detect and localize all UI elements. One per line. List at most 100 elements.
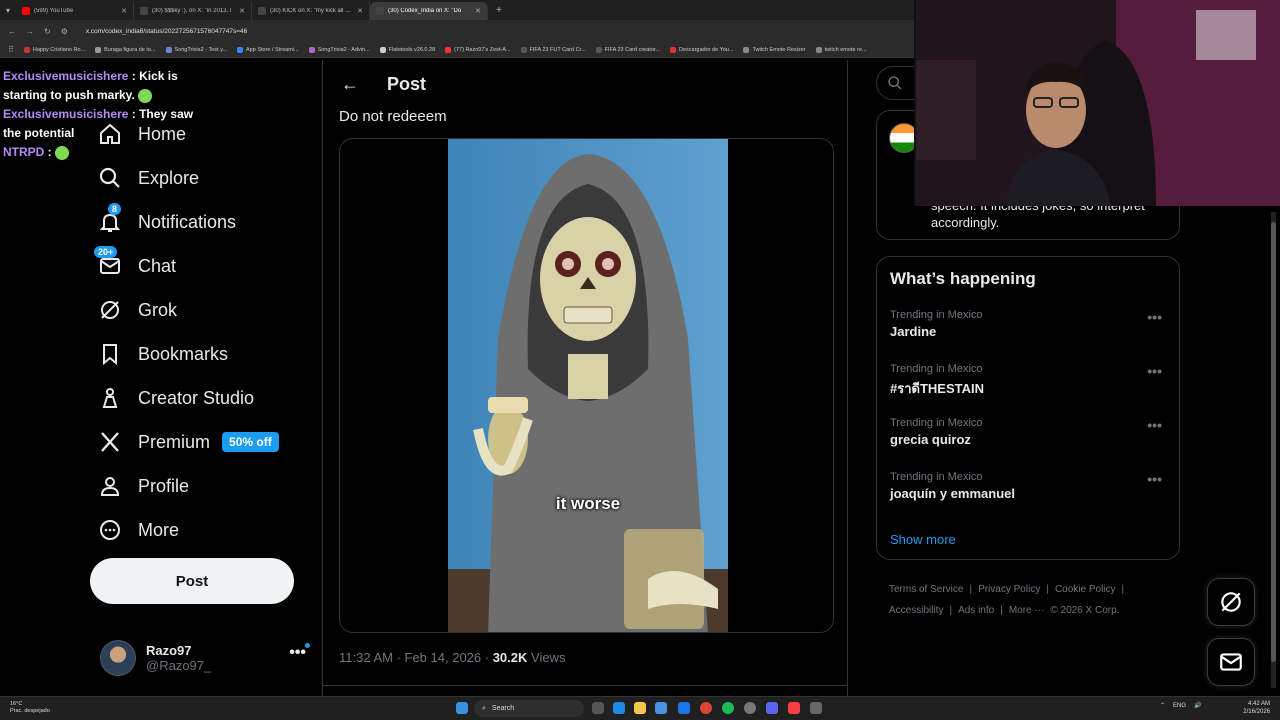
tab-close-icon[interactable]: ✕: [121, 7, 127, 15]
trend-item[interactable]: Trending in Mexico Jardine •••: [890, 309, 1170, 339]
start-icon[interactable]: [456, 702, 468, 714]
bookmark-item[interactable]: Happy Cristiano Ro...: [23, 46, 85, 53]
browser-tab[interactable]: (30) $$$ky :), on X: "in 2013, I ✕: [134, 2, 253, 20]
grok-button[interactable]: [1207, 578, 1255, 626]
url-field[interactable]: x.com/codex_india6/status/20227256715760…: [86, 28, 247, 35]
section-title: What’s happening: [890, 269, 1036, 288]
bookmark-item[interactable]: Descargador de You...: [670, 46, 733, 53]
bookmark-item[interactable]: (77) Razo97's Zest-A...: [445, 46, 511, 53]
footer-link[interactable]: © 2026 X Corp.: [1050, 605, 1119, 616]
nav-item-label: More: [138, 519, 180, 540]
language-indicator[interactable]: ENG: [1173, 703, 1186, 709]
footer-separator: |: [949, 605, 953, 616]
trend-item[interactable]: Trending in Mexico #ราดีTHESTAIN •••: [890, 363, 1170, 399]
apps-grid-icon[interactable]: ⠿: [8, 45, 14, 54]
tab-close-icon[interactable]: ✕: [475, 7, 481, 15]
footer-link[interactable]: More ···: [1009, 605, 1045, 616]
video-caption: it worse: [555, 494, 621, 513]
footer-link[interactable]: Terms of Service: [889, 584, 963, 595]
bookmark-item[interactable]: twitch emote re...: [815, 46, 867, 53]
discord-icon[interactable]: [766, 702, 778, 714]
bookmark-item[interactable]: SongTrivia2 - Test y...: [165, 46, 227, 53]
nav-item-grok[interactable]: Grok: [98, 288, 318, 332]
bookmark-item[interactable]: Flatetools v26.0.28: [379, 46, 435, 53]
forward-icon[interactable]: →: [26, 27, 34, 36]
bookmark-item[interactable]: FIFA 23 Card creator...: [595, 46, 660, 53]
trend-topic: joaquín y emmanuel: [890, 486, 1015, 501]
trend-more-icon[interactable]: •••: [1147, 471, 1162, 487]
footer-link[interactable]: Accessibility: [889, 605, 943, 616]
app-icon[interactable]: [810, 702, 822, 714]
bookmark-item[interactable]: FIFA 23 FUT Card Cr...: [520, 46, 586, 53]
browser-tab[interactable]: (30) KICK on X: "my kick all sto ✕: [252, 2, 371, 20]
bookmark-item[interactable]: Twitch Emote Resizer: [743, 46, 806, 53]
person-icon: [100, 477, 120, 496]
bookmark-favicon-icon: [23, 46, 30, 53]
nav-item-more[interactable]: More: [98, 508, 318, 552]
taskbar-search[interactable]: ⌕ Search: [474, 700, 584, 717]
page-title: Post: [387, 74, 427, 94]
trend-more-icon[interactable]: •••: [1147, 363, 1162, 379]
nav-item-notifications[interactable]: Notifications 8: [98, 200, 318, 244]
post-media[interactable]: it worse: [339, 138, 834, 633]
volume-icon[interactable]: 🔊: [1194, 702, 1201, 709]
footer-separator: |: [969, 584, 973, 595]
post-button[interactable]: Post: [90, 558, 294, 604]
scrollbar[interactable]: [1271, 212, 1276, 688]
bookmark-favicon-icon: [308, 46, 315, 53]
nav-item-creator-studio[interactable]: Creator Studio: [98, 376, 318, 420]
obs-icon[interactable]: [744, 702, 756, 714]
trend-item[interactable]: Trending in Mexico joaquín y emmanuel •••: [890, 471, 1170, 501]
spotify-icon[interactable]: [722, 702, 734, 714]
account-switcher[interactable]: Razo97 @Razo97_ •••: [100, 638, 310, 678]
tab-close-icon[interactable]: ✕: [239, 7, 245, 15]
edge-icon[interactable]: [613, 702, 625, 714]
nav-item-premium[interactable]: Premium 50% off: [98, 420, 318, 464]
grok-icon: [1221, 592, 1241, 612]
tab-list-chevron-icon[interactable]: ▾: [6, 6, 10, 15]
footer-separator: |: [1046, 584, 1049, 595]
trend-more-icon[interactable]: •••: [1147, 309, 1162, 325]
weather-widget[interactable]: 16°C Prac. despejado: [10, 701, 50, 715]
browser-tab[interactable]: (599) YouTube ✕: [16, 2, 135, 20]
premium-discount-badge[interactable]: 50% off: [222, 432, 279, 452]
scrollbar-thumb[interactable]: [1271, 222, 1276, 662]
task-view-icon[interactable]: [592, 702, 604, 714]
nav-item-label: Profile: [138, 475, 190, 496]
bookmark-item[interactable]: Buraga figura de to...: [95, 46, 156, 53]
trend-item[interactable]: Trending in Mexico grecia quiroz •••: [890, 417, 1170, 447]
messages-button[interactable]: [1207, 638, 1255, 686]
nav-item-profile[interactable]: Profile: [98, 464, 318, 508]
footer-link[interactable]: Ads info: [958, 605, 994, 616]
nav-item-explore[interactable]: Explore: [98, 156, 318, 200]
bookmark-item[interactable]: SongTrivia2 - Advin...: [308, 46, 370, 53]
tray-chevron-icon[interactable]: ⌃: [1160, 702, 1165, 709]
music-icon[interactable]: [788, 702, 800, 714]
tab-close-icon[interactable]: ✕: [357, 7, 363, 15]
nav-item-bookmarks[interactable]: Bookmarks: [98, 332, 318, 376]
tab-title: (30) $$$ky :), on X: "in 2013, I: [152, 8, 232, 14]
nav-item-label: Bookmarks: [138, 343, 229, 364]
footer-link[interactable]: Privacy Policy: [978, 584, 1040, 595]
chrome-icon[interactable]: [700, 702, 712, 714]
tab-favicon-icon: [258, 7, 267, 15]
site-info-icon[interactable]: ⚙: [61, 27, 68, 36]
bookmark-item[interactable]: App Store / Streami...: [237, 46, 299, 53]
nav-item-chat[interactable]: Chat 20+: [94, 244, 318, 288]
account-more-icon[interactable]: •••: [289, 643, 310, 662]
mail-app-icon[interactable]: [678, 702, 690, 714]
file-explorer-icon[interactable]: [634, 702, 646, 714]
clock[interactable]: 4:42 AM 2/16/2026: [1240, 700, 1270, 716]
new-tab-button[interactable]: +: [496, 5, 502, 16]
show-more-link[interactable]: Show more: [890, 532, 956, 547]
back-icon[interactable]: ←: [8, 27, 16, 36]
store-icon[interactable]: [655, 702, 667, 714]
browser-tab[interactable]: (30) Codex_India on X: "Do ✕: [370, 2, 489, 20]
trend-more-icon[interactable]: •••: [1147, 417, 1162, 433]
reload-icon[interactable]: ↻: [44, 27, 51, 36]
chat-username: Exclusivemusicishere: [3, 107, 129, 121]
back-arrow-icon[interactable]: ←: [341, 74, 359, 95]
trend-topic: grecia quiroz: [890, 432, 971, 447]
footer-link[interactable]: Cookie Policy: [1055, 584, 1116, 595]
divider: [323, 685, 847, 686]
